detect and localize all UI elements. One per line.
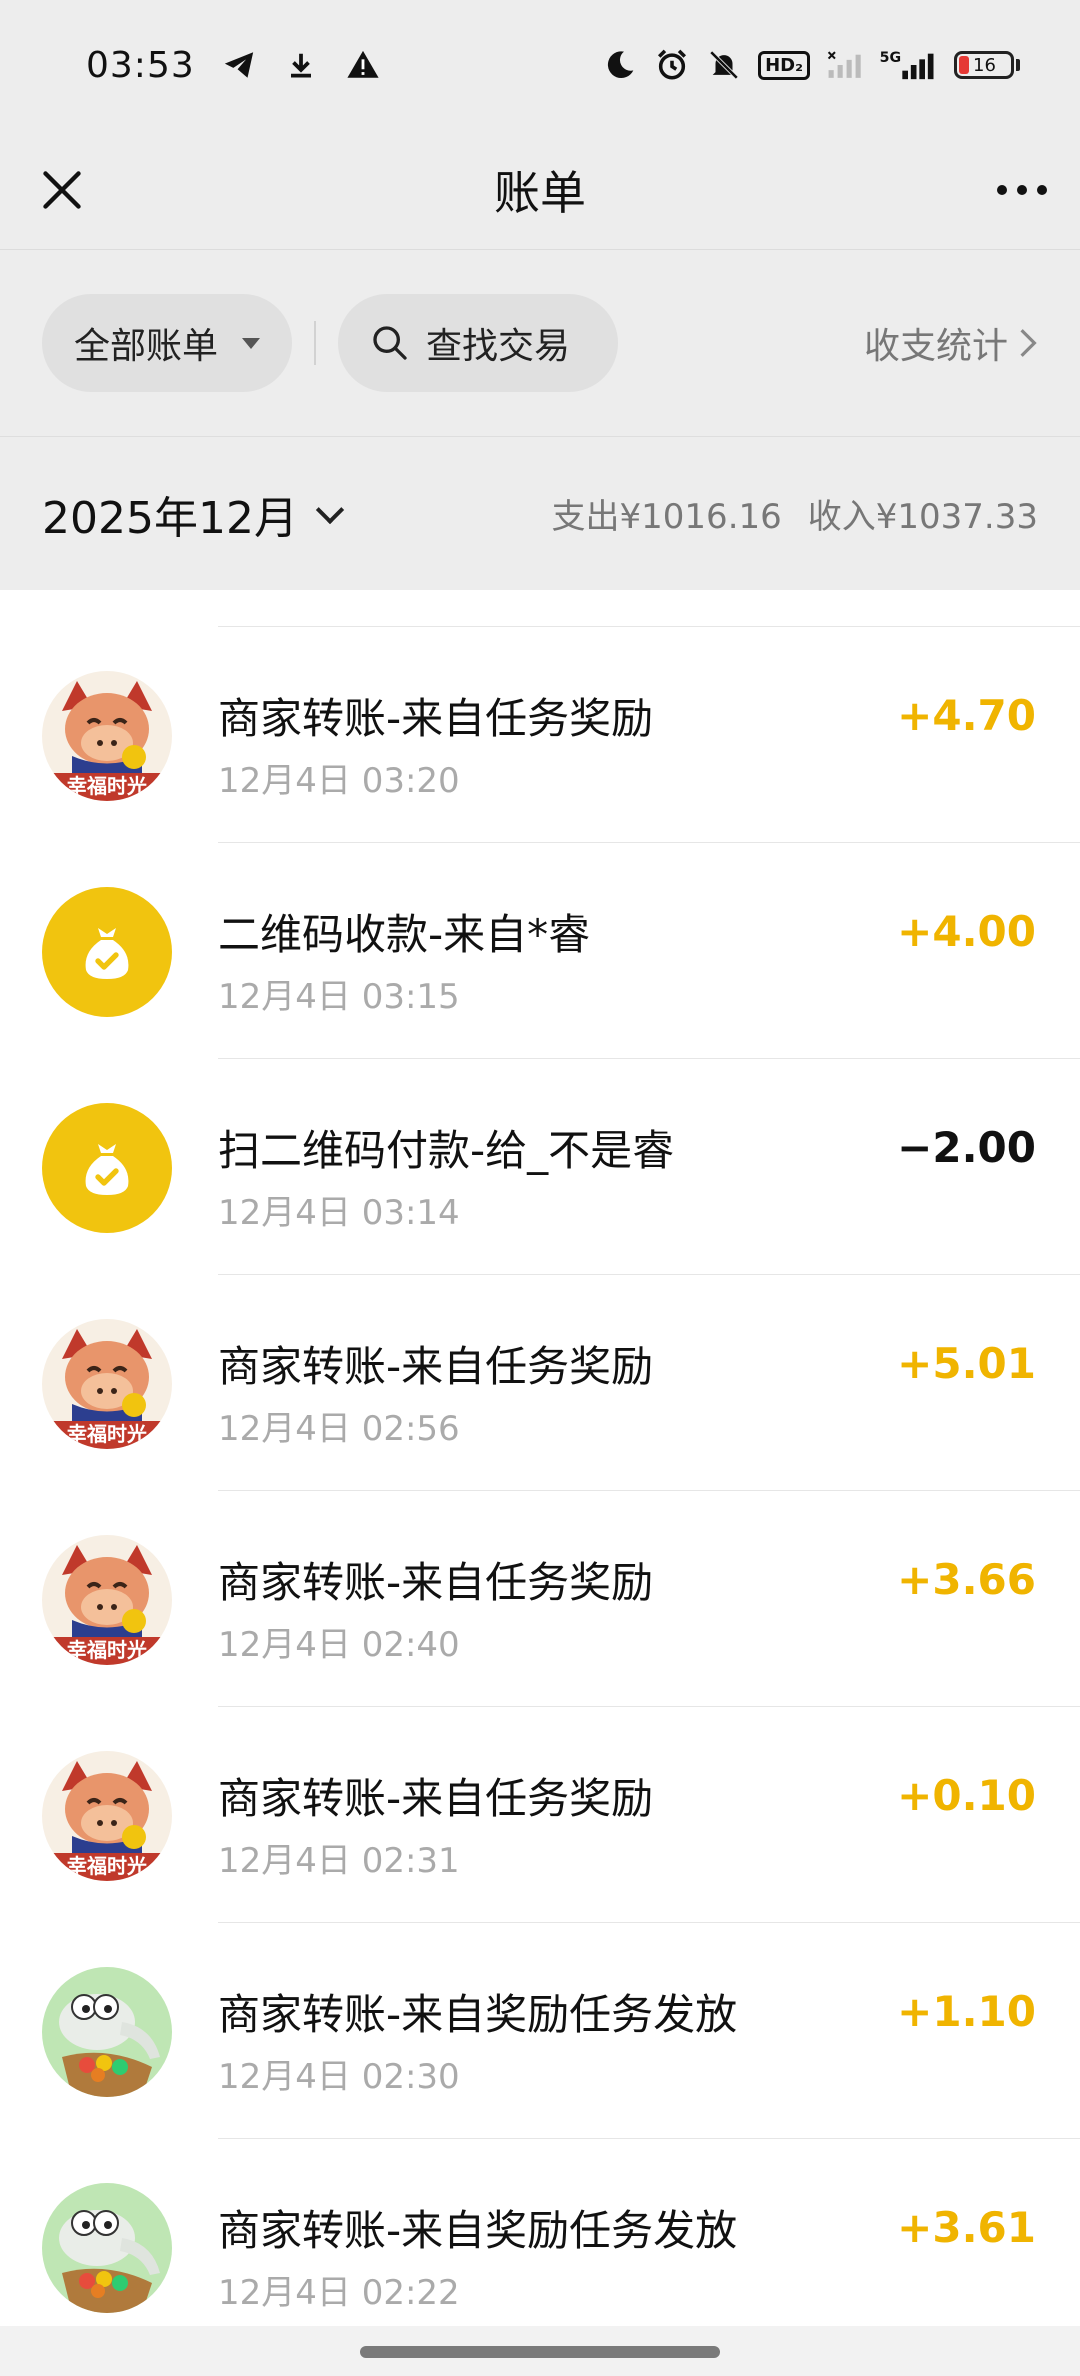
filter-row: 全部账单 查找交易 收支统计 [0, 250, 1080, 436]
bill-page: 03:53 HD₂ 5G 16 账单 全部账单 查找交易 收支统计 2025年1… [0, 0, 1080, 2376]
battery-level: 16 [973, 54, 996, 76]
anteater-avatar [42, 2183, 172, 2313]
transaction-title: 商家转账-来自奖励任务发放 [218, 2206, 738, 2255]
transaction-title: 商家转账-来自任务奖励 [218, 1342, 654, 1391]
dragon-avatar: 幸福时光 [42, 1319, 172, 1449]
svg-text:幸福时光: 幸福时光 [67, 1854, 147, 1878]
transaction-amount: +4.00 [897, 907, 1036, 956]
transaction-amount: +1.10 [897, 1987, 1036, 2036]
battery-body: 16 [954, 51, 1014, 79]
transaction-time: 12月4日 03:20 [218, 761, 460, 801]
month-summary: 支出¥1016.16 收入¥1037.33 [552, 489, 1038, 538]
telegram-icon [221, 47, 257, 83]
anteater-avatar [42, 1967, 172, 2097]
transaction-title: 商家转账-来自奖励任务发放 [218, 1990, 738, 2039]
transaction-title: 商家转账-来自任务奖励 [218, 694, 654, 743]
transaction-amount: +0.10 [897, 1771, 1036, 1820]
chevron-right-icon [1020, 329, 1037, 357]
moon-icon [602, 47, 638, 83]
transaction-amount: +4.70 [897, 691, 1036, 740]
dragon-avatar: 幸福时光 [42, 1751, 172, 1881]
transaction-time: 12月4日 03:15 [218, 977, 460, 1017]
gesture-area [0, 2326, 1080, 2376]
transaction-time: 12月4日 02:40 [218, 1625, 460, 1665]
transaction-row[interactable]: 幸福时光 商家转账-来自任务奖励 12月4日 02:31 +0.10 [0, 1707, 1080, 1923]
search-icon [373, 326, 407, 360]
transaction-amount: +3.61 [897, 2203, 1036, 2252]
battery-fill [959, 56, 969, 74]
transaction-row[interactable]: 幸福时光 商家转账-来自任务奖励 12月4日 03:20 +4.70 [0, 627, 1080, 843]
transaction-row[interactable]: 二维码收款-来自*睿 12月4日 03:15 +4.00 [0, 843, 1080, 1059]
chevron-down-icon [315, 495, 345, 524]
battery-icon: 16 [954, 51, 1020, 79]
warning-icon [345, 47, 381, 83]
dragon-avatar: 幸福时光 [42, 671, 172, 801]
svg-text:5G: 5G [880, 50, 901, 66]
alarm-icon [654, 47, 690, 83]
svg-text:幸福时光: 幸福时光 [67, 774, 147, 798]
transaction-time: 12月4日 03:14 [218, 1193, 460, 1233]
transaction-row[interactable]: 商家转账-来自奖励任务发放 12月4日 02:22 +3.61 [0, 2139, 1080, 2326]
all-bills-filter[interactable]: 全部账单 [42, 294, 292, 392]
more-icon [997, 185, 1047, 195]
transaction-time: 12月4日 02:30 [218, 2057, 460, 2097]
transaction-title: 二维码收款-来自*睿 [218, 910, 591, 959]
filter-divider [314, 321, 316, 365]
transaction-time: 12月4日 02:31 [218, 1841, 460, 1881]
status-bar: 03:53 HD₂ 5G 16 [0, 0, 1080, 130]
battery-cap [1016, 59, 1020, 71]
stats-label: 收支统计 [863, 326, 1008, 367]
transaction-time: 12月4日 02:56 [218, 1409, 460, 1449]
status-right: HD₂ 5G 16 [602, 47, 1020, 83]
svg-text:幸福时光: 幸福时光 [67, 1638, 147, 1662]
search-transactions-button[interactable]: 查找交易 [338, 294, 618, 392]
transaction-list: 幸福时光 商家转账-来自任务奖励 12月4日 03:20 +4.70 二维码收款-来… [0, 590, 1080, 2326]
month-label: 2025年12月 [42, 492, 298, 544]
page-title: 账单 [494, 165, 586, 220]
transaction-time: 12月4日 02:22 [218, 2273, 460, 2313]
transaction-amount: +5.01 [897, 1339, 1036, 1388]
signal-icon [826, 47, 862, 83]
mute-icon [706, 47, 742, 83]
month-header: 2025年12月 支出¥1016.16 收入¥1037.33 [0, 436, 1080, 590]
search-label: 查找交易 [426, 326, 571, 367]
transaction-row[interactable]: 商家转账-来自奖励任务发放 12月4日 02:30 +1.10 [0, 1923, 1080, 2139]
transaction-title: 商家转账-来自任务奖励 [218, 1774, 654, 1823]
month-expense: 支出¥1016.16 [551, 497, 782, 537]
transaction-row[interactable]: 幸福时光 商家转账-来自任务奖励 12月4日 02:56 +5.01 [0, 1275, 1080, 1491]
transaction-row[interactable]: 幸福时光 商家转账-来自任务奖励 12月4日 02:40 +3.66 [0, 1491, 1080, 1707]
money-bag-icon [42, 887, 172, 1017]
money-bag-icon [42, 1103, 172, 1233]
transaction-title: 扫二维码付款-给_不是睿 [218, 1126, 675, 1175]
transaction-title: 商家转账-来自任务奖励 [218, 1558, 654, 1607]
svg-text:幸福时光: 幸福时光 [67, 1422, 147, 1446]
5g-signal-icon: 5G [878, 47, 938, 83]
close-button[interactable] [30, 158, 94, 222]
status-left: 03:53 [86, 45, 381, 86]
stats-link[interactable]: 收支统计 [864, 317, 1038, 369]
more-button[interactable] [990, 158, 1054, 222]
caret-down-icon [242, 337, 260, 349]
transaction-amount: +3.66 [897, 1555, 1036, 1604]
all-bills-label: 全部账单 [74, 326, 219, 367]
home-indicator[interactable] [360, 2346, 720, 2358]
transaction-row[interactable]: 扫二维码付款-给_不是睿 12月4日 03:14 −2.00 [0, 1059, 1080, 1275]
nav-bar: 账单 [0, 130, 1080, 250]
month-income: 收入¥1037.33 [807, 497, 1038, 537]
transaction-amount: −2.00 [897, 1123, 1036, 1172]
download-icon [283, 47, 319, 83]
status-time: 03:53 [86, 44, 195, 86]
dragon-avatar: 幸福时光 [42, 1535, 172, 1665]
hd-icon: HD₂ [758, 50, 810, 80]
close-icon [43, 171, 81, 209]
month-selector[interactable]: 2025年12月 [42, 482, 345, 546]
